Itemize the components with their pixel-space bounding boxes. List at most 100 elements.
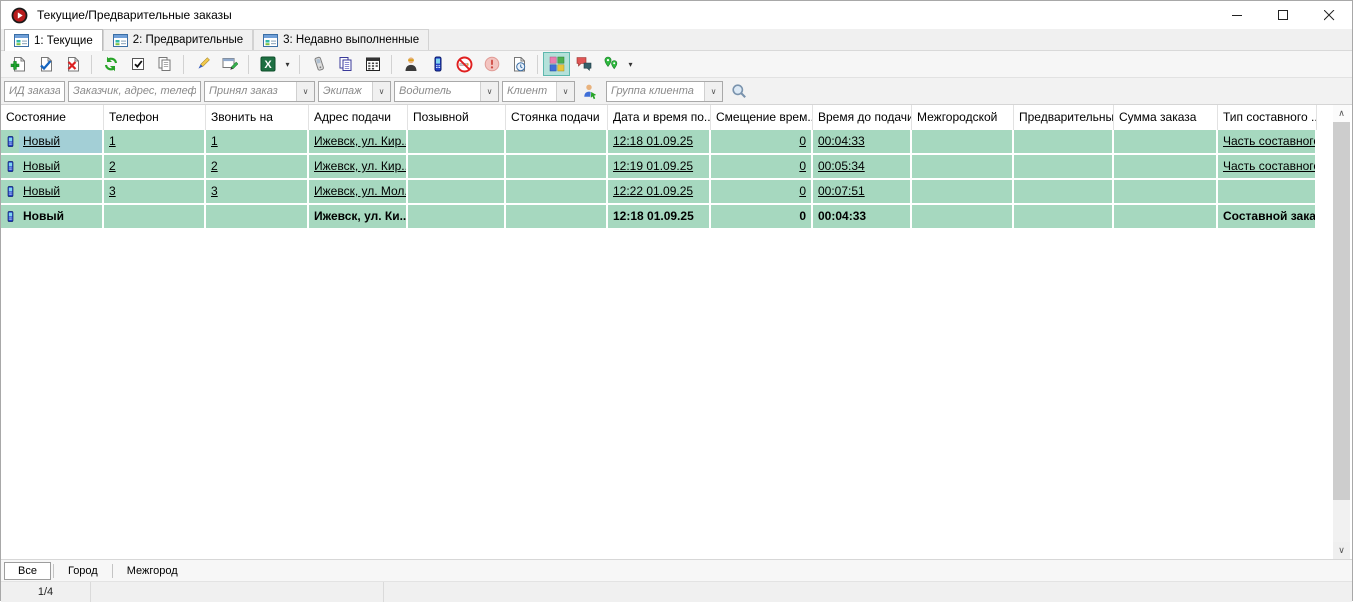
add-order-button[interactable] [5,52,32,76]
cell-6[interactable]: 12:18 01.09.25 [608,205,711,228]
list-tab-1[interactable]: Все [4,562,51,580]
column-header[interactable]: Позывной [408,105,506,130]
calendar-button[interactable] [359,52,386,76]
scrollbar-track[interactable] [1333,122,1350,542]
cell-0[interactable]: Новый [1,180,104,203]
tab-3[interactable]: 3: Недавно выполненные [253,29,429,50]
cell-6[interactable]: 12:18 01.09.25 [608,130,711,153]
cell-12[interactable]: Составной заказ [1218,205,1317,228]
cell-8[interactable]: 00:04:33 [813,130,912,153]
vertical-scrollbar[interactable]: ∧ ∨ [1333,105,1350,559]
customer-input[interactable] [68,81,201,102]
column-header[interactable]: Тип составного ... [1218,105,1317,130]
export-excel-button[interactable]: X [254,52,281,76]
cell-2[interactable]: 2 [206,155,309,178]
driver-combobox[interactable]: Водитель∨ [394,81,499,102]
order-properties-button[interactable] [216,52,243,76]
order-history-button[interactable] [505,52,532,76]
scroll-down-icon[interactable]: ∨ [1333,542,1350,559]
cell-8[interactable]: 00:05:34 [813,155,912,178]
select-client-button[interactable] [578,80,603,103]
no-smoking-button[interactable] [451,52,478,76]
cell-3[interactable]: Ижевск, ул. Кир... [309,130,408,153]
tab-2[interactable]: 2: Предварительные [103,29,253,50]
export-excel-dropdown-button[interactable]: ▾ [281,52,294,76]
list-tab-3[interactable]: Межгород [115,563,190,579]
cell-1[interactable]: 1 [104,130,206,153]
column-header[interactable]: Сумма заказа [1114,105,1218,130]
scroll-up-icon[interactable]: ∧ [1333,105,1350,122]
search-button[interactable] [726,80,751,103]
client-group-combobox[interactable]: Группа клиента∨ [606,81,723,102]
chevron-down-icon[interactable]: ∨ [480,82,498,101]
state-label[interactable]: Новый [19,155,102,178]
chevron-down-icon[interactable]: ∨ [372,82,390,101]
cell-4 [408,130,506,153]
cell-7[interactable]: 0 [711,180,813,203]
chevron-down-icon[interactable]: ∨ [704,82,722,101]
cell-12[interactable]: Часть составного [1218,130,1317,153]
column-header[interactable]: Дата и время по... [608,105,711,130]
refresh-button[interactable] [97,52,124,76]
cell-0[interactable]: Новый [1,155,104,178]
edit-order-button[interactable] [32,52,59,76]
cell-1[interactable]: 2 [104,155,206,178]
cell-8[interactable]: 00:07:51 [813,180,912,203]
column-header[interactable]: Стоянка подачи [506,105,608,130]
column-header[interactable]: Состояние [1,105,104,130]
cell-6[interactable]: 12:19 01.09.25 [608,155,711,178]
assign-crew-button[interactable] [189,52,216,76]
delete-order-button[interactable] [59,52,86,76]
maximize-button[interactable] [1260,1,1306,29]
call-phone-button[interactable] [305,52,332,76]
cell-2[interactable]: 3 [206,180,309,203]
chevron-down-icon[interactable]: ∨ [556,82,574,101]
chat-button[interactable] [570,52,597,76]
copy-order-button[interactable] [151,52,178,76]
cell-6[interactable]: 12:22 01.09.25 [608,180,711,203]
window-controls [1214,1,1352,29]
cell-3[interactable]: Ижевск, ул. Кир... [309,155,408,178]
state-label[interactable]: Новый [19,130,102,153]
list-tab-2[interactable]: Город [56,563,110,579]
cell-7[interactable]: 0 [711,130,813,153]
cell-7[interactable]: 0 [711,205,813,228]
cell-1[interactable]: 3 [104,180,206,203]
column-header[interactable]: Телефон [104,105,206,130]
client-combobox[interactable]: Клиент∨ [502,81,575,102]
alerts-button[interactable] [478,52,505,76]
geo-pins-button[interactable] [597,52,624,76]
accepted-by-combobox[interactable]: Принял заказ∨ [204,81,315,102]
magnifier-icon [731,83,747,99]
column-header[interactable]: Предварительный [1014,105,1114,130]
column-header[interactable]: Время до подачи [813,105,912,130]
geo-pins-dropdown-button[interactable]: ▾ [624,52,637,76]
cell-3[interactable]: Ижевск, ул. Мол... [309,180,408,203]
column-header[interactable]: Адрес подачи [309,105,408,130]
column-header[interactable]: Звонить на [206,105,309,130]
cell-3[interactable]: Ижевск, ул. Ки... [309,205,408,228]
cell-0[interactable]: Новый [1,130,104,153]
chevron-down-icon[interactable]: ∨ [296,82,314,101]
cell-12[interactable]: Часть составного [1218,155,1317,178]
crew-combobox[interactable]: Экипаж∨ [318,81,391,102]
column-header[interactable]: Межгородской [912,105,1014,130]
state-label[interactable]: Новый [19,205,102,228]
cell-8[interactable]: 00:04:33 [813,205,912,228]
status-bar: 1/4 [1,581,1352,602]
copy-documents-button[interactable] [332,52,359,76]
column-header[interactable]: Смещение врем... [711,105,813,130]
close-button[interactable] [1306,1,1352,29]
order-id-input[interactable] [4,81,65,102]
scrollbar-thumb[interactable] [1333,122,1350,500]
state-label[interactable]: Новый [19,180,102,203]
driver-info-button[interactable] [397,52,424,76]
cell-2[interactable]: 1 [206,130,309,153]
chat-groups-button[interactable] [543,52,570,76]
confirm-selected-button[interactable] [124,52,151,76]
minimize-button[interactable] [1214,1,1260,29]
cell-0[interactable]: Новый [1,205,104,228]
tab-1[interactable]: 1: Текущие [4,29,103,51]
cell-7[interactable]: 0 [711,155,813,178]
send-to-mobile-button[interactable] [424,52,451,76]
